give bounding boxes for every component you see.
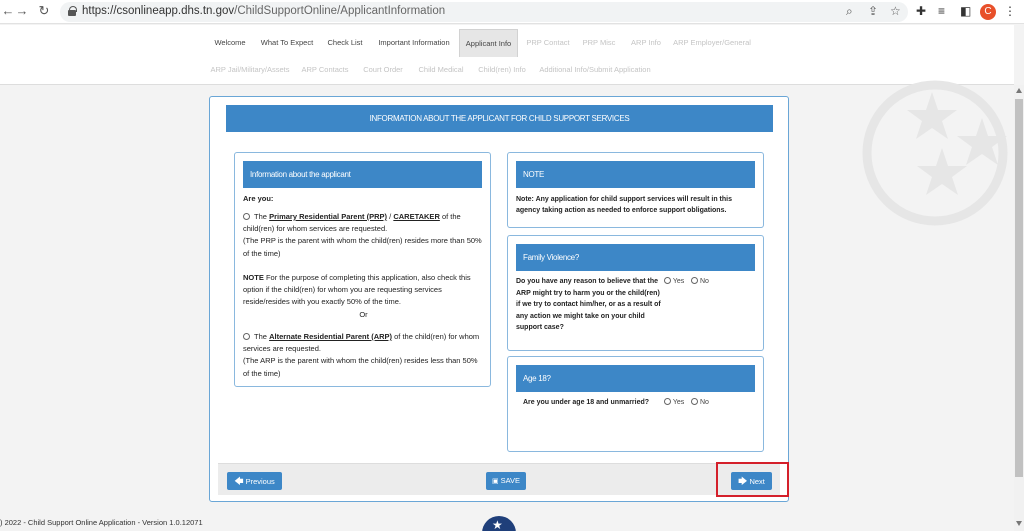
tab-arp-employer-general[interactable]: ARP Employer/General: [672, 29, 752, 57]
side-panel-icon[interactable]: ◧: [960, 4, 971, 18]
url-text: https://csonlineapp.dhs.tn.gov/ChildSupp…: [82, 5, 446, 17]
age-no-option[interactable]: No: [691, 398, 709, 406]
tab-additional-info-submit[interactable]: Additional Info/Submit Application: [536, 56, 654, 84]
profile-avatar[interactable]: C: [980, 4, 996, 20]
save-button[interactable]: ▣ SAVE: [486, 472, 526, 490]
lock-icon: [68, 6, 77, 16]
form-container: INFORMATION ABOUT THE APPLICANT FOR CHIL…: [209, 96, 789, 502]
tab-child-medical[interactable]: Child Medical: [414, 56, 468, 84]
forward-icon[interactable]: →: [14, 3, 30, 18]
extensions-icon[interactable]: ✚: [916, 4, 926, 18]
tab-important-information[interactable]: Important Information: [372, 29, 456, 57]
violence-no-option[interactable]: No: [691, 277, 709, 285]
age-panel: Age 18? Are you under age 18 and unmarri…: [507, 356, 764, 452]
age-no-radio[interactable]: [691, 398, 698, 405]
tab-what-to-expect[interactable]: What To Expect: [256, 29, 318, 57]
tab-arp-jail-military-assets[interactable]: ARP Jail/Military/Assets: [210, 56, 290, 84]
family-violence-heading: Family Violence?: [516, 244, 755, 271]
family-violence-panel: Family Violence? Do you have any reason …: [507, 235, 764, 351]
age-panel-heading: Age 18?: [516, 365, 755, 392]
menu-icon[interactable]: ⋮: [1004, 4, 1016, 18]
or-label: Or: [359, 310, 368, 319]
scroll-down-icon[interactable]: [1016, 521, 1022, 526]
tab-children-info[interactable]: Child(ren) Info: [474, 56, 530, 84]
prp-option-text: The Primary Residential Parent (PRP) / C…: [243, 212, 482, 258]
tab-check-list[interactable]: Check List: [322, 29, 368, 57]
tab-prp-misc[interactable]: PRP Misc: [578, 29, 620, 57]
browser-toolbar: ← → ↻ https://csonlineapp.dhs.tn.gov/Chi…: [0, 0, 1024, 24]
tab-arp-contacts[interactable]: ARP Contacts: [298, 56, 352, 84]
violence-yes-radio[interactable]: [664, 277, 671, 284]
tab-applicant-info[interactable]: Applicant Info: [459, 29, 518, 57]
note-panel-heading: NOTE: [516, 161, 755, 188]
violence-yes-option[interactable]: Yes: [664, 277, 684, 285]
prp-radio[interactable]: [243, 213, 250, 220]
applicant-panel: Information about the applicant Are you:…: [234, 152, 491, 387]
age-yes-option[interactable]: Yes: [664, 398, 684, 406]
tristar-watermark-icon: [862, 80, 1008, 226]
age-yes-radio[interactable]: [664, 398, 671, 405]
page-scrollbar[interactable]: [1014, 85, 1024, 531]
reload-icon[interactable]: ↻: [36, 3, 52, 19]
page-footer: ) 2022 - Child Support Online Applicatio…: [0, 518, 203, 527]
tab-court-order[interactable]: Court Order: [358, 56, 408, 84]
bookmark-star-icon[interactable]: ☆: [890, 4, 901, 18]
tab-welcome[interactable]: Welcome: [208, 29, 252, 57]
are-you-label: Are you:: [243, 194, 274, 203]
arp-option-text: The Alternate Residential Parent (ARP) o…: [243, 332, 480, 378]
zoom-icon[interactable]: ⌕: [846, 4, 853, 19]
share-icon[interactable]: ⇪: [868, 4, 878, 18]
note-panel-text: Note: Any application for child support …: [516, 196, 732, 214]
address-bar[interactable]: https://csonlineapp.dhs.tn.gov/ChildSupp…: [60, 2, 908, 22]
applicant-panel-heading: Information about the applicant: [243, 161, 482, 188]
next-button-highlight: [716, 462, 789, 497]
family-violence-question: Do you have any reason to believe that t…: [516, 278, 661, 331]
scroll-up-icon[interactable]: [1016, 88, 1022, 93]
previous-button[interactable]: 🡄 Previous: [227, 472, 282, 490]
state-seal-icon: [482, 516, 516, 531]
floppy-disk-icon: ▣: [491, 478, 499, 485]
tab-arp-info[interactable]: ARP Info: [624, 29, 668, 57]
reading-list-icon[interactable]: ≡: [938, 4, 945, 18]
wizard-nav: Welcome What To Expect Check List Import…: [0, 25, 1014, 85]
tab-prp-contact[interactable]: PRP Contact: [522, 29, 574, 57]
age-question: Are you under age 18 and unmarried?: [523, 399, 650, 406]
arp-radio[interactable]: [243, 333, 250, 340]
violence-no-radio[interactable]: [691, 277, 698, 284]
note-text: NOTE For the purpose of completing this …: [243, 273, 471, 307]
note-panel: NOTE Note: Any application for child sup…: [507, 152, 764, 228]
scroll-thumb[interactable]: [1015, 99, 1023, 477]
form-banner: INFORMATION ABOUT THE APPLICANT FOR CHIL…: [226, 105, 773, 132]
arrow-left-icon: 🡄: [234, 476, 244, 486]
